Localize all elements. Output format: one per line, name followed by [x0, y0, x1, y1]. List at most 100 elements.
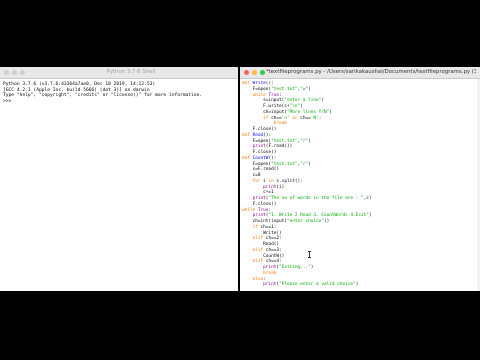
code-token: if: [242, 115, 272, 121]
code-token: ): [308, 86, 311, 92]
code-area[interactable]: def Write(): F=open("test.txt","w") whil…: [242, 81, 480, 291]
python-shell-window[interactable]: Python 3.7.6 Shell Python 3.7.6 (v3.7.6:…: [0, 67, 238, 291]
code-token: ():: [263, 132, 272, 138]
code-token: )): [323, 219, 330, 224]
code-token: ch==1:: [260, 224, 277, 230]
editor-titlebar[interactable]: *textfileprograms.py - /Users/sarikakaus…: [240, 67, 480, 79]
code-token: F.close(): [242, 127, 277, 132]
window-controls: [4, 70, 25, 75]
code-token: ():: [265, 81, 274, 86]
zoom-icon[interactable]: [20, 70, 25, 75]
code-token: "\n": [289, 104, 301, 109]
code-token: c=0: [242, 173, 261, 178]
code-token: "enter a line": [284, 98, 322, 104]
code-token: (F.read()): [265, 144, 293, 150]
code-token: F=open(: [242, 161, 272, 167]
shell-line: Type "help", "copyright", "credits" or "…: [3, 93, 203, 99]
code-token: F=open(: [242, 138, 272, 144]
code-token: Write: [252, 81, 266, 86]
code-token: ch==2:: [265, 236, 282, 242]
code-token: ch==: [271, 115, 282, 121]
code-token: print: [242, 196, 266, 201]
code-token: while: [242, 207, 258, 213]
code-token: ch=int(input(: [242, 219, 287, 224]
shell-prompt[interactable]: >>>: [3, 99, 235, 105]
zoom-icon[interactable]: [260, 70, 265, 75]
minimize-icon[interactable]: [252, 70, 257, 75]
code-token: "test.txt": [271, 161, 298, 167]
code-token: ): [329, 109, 332, 115]
code-token: :: [279, 92, 282, 98]
code-token: Write(): [242, 230, 282, 236]
code-token: F.close(): [242, 150, 277, 155]
code-token: ): [308, 161, 311, 167]
code-token: def: [242, 81, 253, 86]
code-token: :: [268, 207, 272, 213]
code-token: :: [263, 276, 266, 282]
code-token: :: [318, 115, 322, 121]
code-token: print: [242, 184, 277, 190]
code-line[interactable]: print("Please enter a valid choice"): [242, 282, 480, 288]
code-token: print: [242, 282, 277, 288]
code-token: "Exiting...": [279, 265, 311, 270]
code-token: "r": [300, 161, 309, 167]
code-token: c+=1: [242, 190, 274, 196]
code-token: "More lines Y/N": [286, 109, 330, 115]
code-token: CountW: [252, 155, 269, 161]
minimize-icon[interactable]: [12, 70, 17, 75]
code-token: True: [257, 207, 269, 213]
code-token: ,c): [363, 196, 372, 201]
code-token: ): [321, 98, 324, 104]
code-token: CountW(): [242, 253, 285, 259]
code-token: ch==: [300, 115, 311, 121]
code-token: def: [242, 132, 253, 138]
code-token: print: [242, 213, 266, 219]
code-token: 'N': [310, 115, 319, 121]
shell-output[interactable]: Python 3.7.6 (v3.7.6:43364a7ae0, Dec 18 …: [0, 79, 238, 291]
text-cursor-icon: [308, 251, 311, 258]
code-token: for: [242, 178, 264, 184]
code-token: 'n': [281, 115, 290, 121]
code-token: "r": [300, 138, 309, 144]
code-token: "enter choice": [286, 219, 324, 224]
code-token: ): [368, 213, 372, 219]
code-token: Read: [252, 132, 264, 138]
shell-titlebar[interactable]: Python 3.7.6 Shell: [0, 67, 238, 79]
code-token: if: [242, 224, 261, 230]
editor-window[interactable]: *textfileprograms.py - /Users/sarikakaus…: [240, 67, 480, 291]
code-token: ch=input(: [242, 109, 287, 115]
code-token: "1. Write 2 Read 3. CountWords 4.Exit": [268, 213, 369, 219]
code-token: or: [289, 115, 301, 121]
code-token: ch==4:: [265, 259, 282, 265]
code-token: ():: [268, 155, 277, 161]
code-token: "test.txt": [271, 86, 298, 92]
code-token: (i): [276, 184, 285, 190]
code-token: break: [242, 121, 287, 127]
code-token: s=input(: [242, 98, 285, 104]
code-token: F.write(s+: [242, 104, 290, 109]
code-token: print: [242, 265, 277, 270]
code-token: "The no of words in the file are : ": [268, 196, 364, 201]
close-icon[interactable]: [4, 70, 9, 75]
code-token: elif: [242, 259, 266, 265]
code-token: F=open(: [242, 86, 272, 92]
code-token: s=F.read(): [242, 167, 280, 173]
code-token: ): [355, 282, 359, 288]
code-token: ): [308, 138, 311, 144]
code-token: ): [310, 265, 314, 270]
code-token: elif: [242, 236, 266, 242]
code-token: else: [242, 276, 264, 282]
code-token: Read(): [242, 242, 280, 247]
code-token: "test.txt": [271, 138, 298, 144]
code-token: elif: [242, 247, 266, 253]
code-token: True: [268, 92, 280, 98]
shell-title: Python 3.7.6 Shell: [106, 69, 156, 75]
code-token: "w": [300, 86, 309, 92]
code-token: F.close(): [242, 201, 277, 207]
code-token: ch==3:: [265, 247, 282, 253]
code-token: ): [300, 104, 303, 109]
editor-title: *textfileprograms.py - /Users/sarikakaus…: [266, 69, 476, 75]
code-token: break: [242, 270, 277, 276]
close-icon[interactable]: [244, 70, 249, 75]
code-token: "Please enter a valid choice": [279, 282, 356, 288]
